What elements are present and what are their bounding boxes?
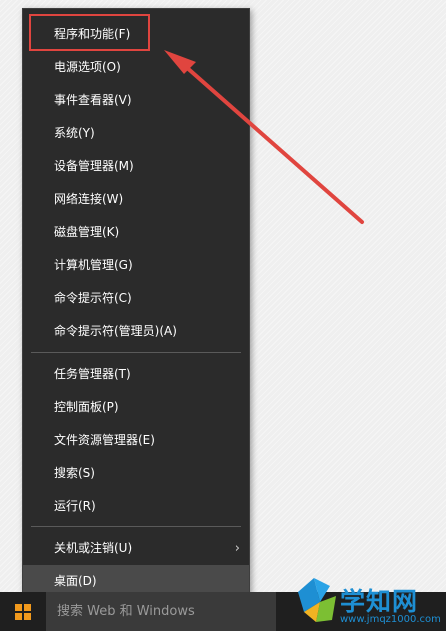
watermark: 学知网 www.jmqz1000.com: [292, 566, 446, 631]
menu-item-shutdown-or-sign-out[interactable]: 关机或注销(U) ›: [23, 532, 249, 565]
watermark-logo-icon: [298, 578, 336, 622]
menu-item-label: 任务管理器(T): [54, 367, 131, 381]
menu-item-system[interactable]: 系统(Y): [23, 117, 249, 150]
menu-item-label: 计算机管理(G): [54, 258, 133, 272]
taskbar-search-box[interactable]: 搜索 Web 和 Windows: [46, 592, 276, 631]
menu-item-label: 运行(R): [54, 499, 96, 513]
windows-logo-icon: [15, 603, 31, 620]
menu-item-command-prompt[interactable]: 命令提示符(C): [23, 282, 249, 315]
menu-item-device-manager[interactable]: 设备管理器(M): [23, 150, 249, 183]
menu-item-label: 关机或注销(U): [54, 541, 133, 555]
menu-item-computer-management[interactable]: 计算机管理(G): [23, 249, 249, 282]
menu-separator: [31, 526, 241, 527]
menu-item-search[interactable]: 搜索(S): [23, 457, 249, 490]
watermark-title: 学知网: [340, 587, 419, 616]
context-menu: 程序和功能(F) 电源选项(O) 事件查看器(V) 系统(Y) 设备管理器(M)…: [22, 8, 250, 600]
menu-item-task-manager[interactable]: 任务管理器(T): [23, 358, 249, 391]
menu-item-file-explorer[interactable]: 文件资源管理器(E): [23, 424, 249, 457]
menu-item-label: 程序和功能(F): [54, 27, 131, 41]
menu-separator: [31, 352, 241, 353]
menu-item-network-connections[interactable]: 网络连接(W): [23, 183, 249, 216]
menu-item-label: 事件查看器(V): [54, 93, 132, 107]
menu-item-label: 桌面(D): [54, 574, 97, 588]
menu-item-label: 磁盘管理(K): [54, 225, 120, 239]
windows-start-button[interactable]: [0, 592, 46, 631]
menu-item-label: 命令提示符(C): [54, 291, 132, 305]
menu-item-label: 控制面板(P): [54, 400, 119, 414]
menu-item-label: 电源选项(O): [54, 60, 121, 74]
menu-item-disk-management[interactable]: 磁盘管理(K): [23, 216, 249, 249]
menu-item-run[interactable]: 运行(R): [23, 490, 249, 523]
menu-item-label: 命令提示符(管理员)(A): [54, 324, 177, 338]
menu-item-label: 文件资源管理器(E): [54, 433, 155, 447]
menu-item-label: 搜索(S): [54, 466, 95, 480]
chevron-right-icon: ›: [234, 541, 240, 556]
menu-item-label: 网络连接(W): [54, 192, 124, 206]
menu-item-programs-and-features[interactable]: 程序和功能(F): [23, 18, 249, 51]
menu-item-label: 系统(Y): [54, 126, 95, 140]
menu-item-label: 设备管理器(M): [54, 159, 134, 173]
menu-item-command-prompt-admin[interactable]: 命令提示符(管理员)(A): [23, 315, 249, 348]
menu-item-event-viewer[interactable]: 事件查看器(V): [23, 84, 249, 117]
menu-item-control-panel[interactable]: 控制面板(P): [23, 391, 249, 424]
watermark-url: www.jmqz1000.com: [340, 614, 441, 625]
menu-item-power-options[interactable]: 电源选项(O): [23, 51, 249, 84]
